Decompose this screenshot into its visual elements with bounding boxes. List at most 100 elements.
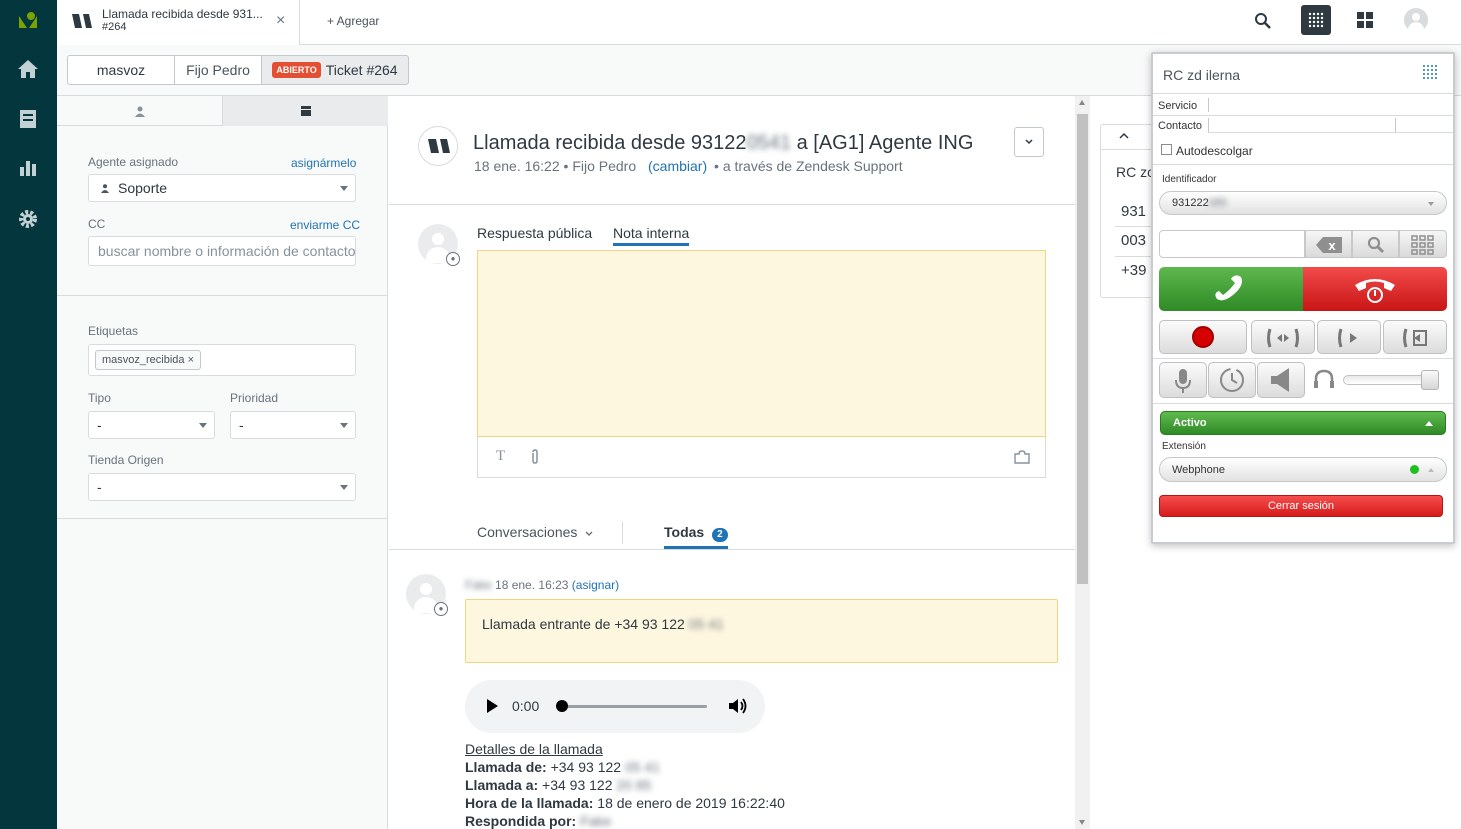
mute-button[interactable] bbox=[1159, 362, 1207, 398]
chevron-down-icon bbox=[1025, 139, 1033, 145]
scroll-down-arrow-icon[interactable] bbox=[1079, 820, 1085, 825]
add-tab-button[interactable]: + Agregar bbox=[327, 14, 379, 28]
play-icon[interactable] bbox=[486, 699, 498, 713]
extension-select[interactable]: Webphone bbox=[1159, 457, 1447, 482]
type-select[interactable]: - bbox=[88, 411, 215, 439]
all-events-label: Todas bbox=[664, 524, 705, 540]
tag-chip[interactable]: masvoz_recibida × bbox=[95, 350, 202, 370]
user-avatar-icon[interactable] bbox=[1404, 8, 1428, 32]
conversations-filter[interactable]: Conversaciones bbox=[477, 524, 593, 540]
search-icon[interactable] bbox=[1254, 12, 1272, 30]
zendesk-logo-icon[interactable] bbox=[16, 8, 40, 32]
call-from-row: Llamada de: +34 93 122 05 41 bbox=[465, 758, 785, 776]
ticket-options-button[interactable] bbox=[1014, 127, 1044, 157]
close-tab-icon[interactable]: × bbox=[276, 12, 285, 30]
agent-status-select[interactable]: Activo bbox=[1160, 411, 1446, 435]
breadcrumb-requester[interactable]: Fijo Pedro bbox=[174, 55, 262, 85]
hangup-button[interactable] bbox=[1303, 267, 1447, 311]
audio-progress-handle[interactable] bbox=[556, 700, 568, 712]
ticket-title[interactable]: Llamada recibida desde 931220541 a [AG1]… bbox=[473, 132, 973, 155]
audio-player: 0:00 bbox=[465, 680, 765, 733]
tab-ticket-fields[interactable] bbox=[222, 96, 388, 126]
remove-tag-icon[interactable]: × bbox=[188, 354, 194, 366]
scrollbar-thumb[interactable] bbox=[1077, 114, 1088, 584]
macro-puzzle-icon[interactable] bbox=[1014, 450, 1030, 464]
cc-search-input[interactable]: buscar nombre o información de contacto bbox=[88, 236, 356, 266]
change-requester-link[interactable]: (cambiar) bbox=[648, 158, 707, 174]
status-dot-icon bbox=[1410, 465, 1419, 474]
tab-user[interactable] bbox=[57, 96, 222, 126]
caller-id-select[interactable]: 931222085 bbox=[1159, 191, 1447, 215]
assignee-value: Soporte bbox=[118, 180, 168, 196]
composer-toolbar: T bbox=[477, 437, 1046, 478]
breadcrumb-ticket[interactable]: ABIERTO Ticket #264 bbox=[261, 55, 409, 85]
attended-transfer-button[interactable] bbox=[1383, 320, 1447, 354]
auto-answer-label: Autodescolgar bbox=[1176, 144, 1253, 158]
auto-answer-checkbox[interactable] bbox=[1161, 144, 1172, 155]
assign-me-link[interactable]: asignármelo bbox=[291, 156, 356, 170]
logout-button[interactable]: Cerrar sesión bbox=[1159, 495, 1443, 517]
breadcrumb-organization[interactable]: masvoz bbox=[67, 55, 175, 85]
priority-select[interactable]: - bbox=[230, 411, 356, 439]
divider bbox=[1153, 93, 1453, 94]
transfer-button[interactable] bbox=[1317, 320, 1381, 354]
volume-slider-handle[interactable] bbox=[1421, 370, 1439, 390]
store-select[interactable]: - bbox=[88, 473, 356, 501]
views-icon[interactable] bbox=[16, 108, 40, 132]
reports-icon[interactable] bbox=[16, 158, 40, 182]
backspace-button[interactable]: x bbox=[1305, 230, 1352, 258]
call-to-value: +34 93 122 bbox=[542, 777, 613, 793]
internal-note-editor[interactable] bbox=[477, 250, 1046, 437]
dial-number-input[interactable] bbox=[1159, 230, 1305, 258]
dialpad-app-button[interactable] bbox=[1301, 5, 1331, 35]
call-time-row: Hora de la llamada: 18 de enero de 2019 … bbox=[465, 794, 785, 812]
internal-note-comment: Llamada entrante de +34 93 122 05 41 bbox=[465, 599, 1058, 663]
ticket-tab[interactable]: Llamada recibida desde 931... #264 × bbox=[57, 0, 300, 45]
call-from-label: Llamada de: bbox=[465, 759, 547, 775]
event-author: Fake bbox=[465, 578, 492, 592]
chevron-down-icon bbox=[199, 423, 207, 428]
chevron-up-icon[interactable] bbox=[1119, 132, 1129, 139]
settings-gear-icon[interactable] bbox=[16, 208, 40, 232]
record-button[interactable] bbox=[1159, 320, 1247, 354]
assign-link[interactable]: (asignar) bbox=[572, 578, 619, 592]
scroll-up-arrow-icon[interactable] bbox=[1079, 100, 1085, 105]
contact-search-button[interactable] bbox=[1352, 230, 1399, 258]
tab-all-events[interactable]: Todas 2 bbox=[664, 524, 728, 549]
attachment-icon[interactable] bbox=[530, 449, 540, 465]
side-panel-row: 003 bbox=[1121, 232, 1147, 249]
softphone-popup: RC zd ilerna Servicio Contacto Autodesco… bbox=[1151, 52, 1455, 544]
main-scrollbar[interactable] bbox=[1075, 96, 1090, 829]
call-to-label: Llamada a: bbox=[465, 777, 539, 793]
divider bbox=[389, 549, 1075, 550]
call-button[interactable] bbox=[1159, 267, 1303, 311]
call-from-value: +34 93 122 bbox=[550, 759, 622, 775]
caller-id-label: Identificador bbox=[1162, 174, 1217, 185]
call-from-redacted: 05 41 bbox=[624, 759, 660, 775]
product-sidebar bbox=[0, 0, 57, 829]
service-label: Servicio bbox=[1158, 100, 1198, 112]
phone-answer-icon bbox=[1215, 275, 1242, 301]
tags-input[interactable]: masvoz_recibida × bbox=[88, 344, 356, 376]
home-icon[interactable] bbox=[16, 58, 40, 82]
store-value: - bbox=[97, 479, 102, 495]
apps-grid-icon[interactable] bbox=[1357, 12, 1373, 28]
tab-internal-note[interactable]: Nota interna bbox=[613, 225, 690, 246]
cc-me-link[interactable]: enviarme CC bbox=[290, 218, 360, 232]
chevron-down-icon bbox=[340, 186, 348, 191]
ticket-title-end: a [AG1] Agente ING bbox=[791, 132, 974, 154]
conference-button[interactable] bbox=[1251, 320, 1315, 354]
hold-button[interactable] bbox=[1208, 362, 1256, 398]
assignee-select[interactable]: Soporte bbox=[88, 174, 356, 202]
audio-progress-track[interactable] bbox=[561, 705, 707, 708]
properties-tabs bbox=[57, 96, 388, 126]
contact-field[interactable] bbox=[1208, 118, 1396, 132]
volume-icon[interactable] bbox=[728, 697, 748, 715]
note-text-start: Llamada entrante de +34 93 122 bbox=[482, 616, 685, 632]
speaker-button[interactable] bbox=[1257, 362, 1305, 398]
keypad-button[interactable] bbox=[1399, 230, 1447, 258]
tab-public-reply[interactable]: Respuesta pública bbox=[477, 225, 592, 241]
text-format-icon[interactable]: T bbox=[496, 448, 505, 465]
hold-clock-icon bbox=[1220, 368, 1244, 392]
ticket-main: Llamada recibida desde 931220541 a [AG1]… bbox=[389, 96, 1075, 829]
